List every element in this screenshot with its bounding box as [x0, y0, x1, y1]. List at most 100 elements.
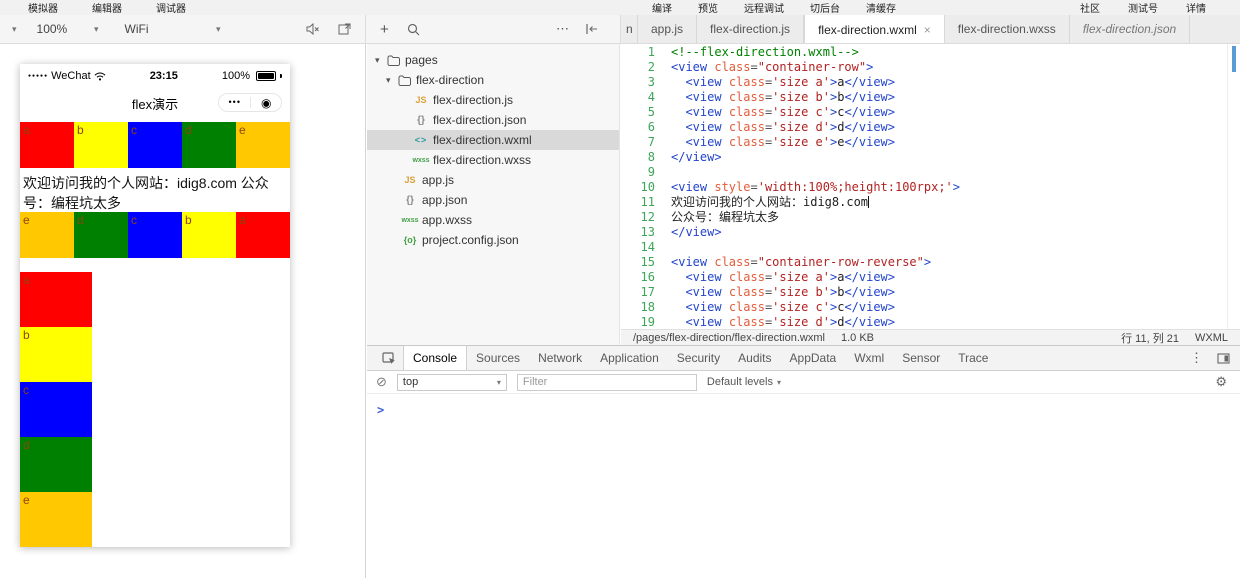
line-number: 3 [621, 75, 655, 90]
tree-item-flex-direction.json[interactable]: {}flex-direction.json [367, 110, 619, 130]
clear-console-icon[interactable]: ⊘ [376, 374, 387, 390]
code-line[interactable]: 12公众号：编程坑太多 [621, 210, 1227, 225]
tree-item-app.wxss[interactable]: wxssapp.wxss [367, 210, 619, 230]
language-mode[interactable]: WXML [1195, 332, 1228, 344]
code-line[interactable]: 18 <view class='size c'>c</view> [621, 300, 1227, 315]
file-icon-js: JS [398, 175, 422, 185]
code-line[interactable]: 2<view class="container-row"> [621, 60, 1227, 75]
editor-tab-flex-direction.js[interactable]: flex-direction.js [697, 15, 804, 43]
code-line[interactable]: 9 [621, 165, 1227, 180]
capsule-divider [250, 97, 251, 108]
search-icon[interactable] [407, 23, 420, 36]
menu-item[interactable]: 调试器 [156, 0, 186, 15]
menu-item[interactable]: 详情 [1186, 0, 1206, 15]
close-icon[interactable]: × [924, 23, 931, 37]
code-area[interactable]: 1<!--flex-direction.wxml-->2<view class=… [621, 45, 1227, 329]
file-icon-wxss: wxss [398, 217, 422, 224]
popout-window-icon[interactable] [338, 23, 351, 35]
code-line[interactable]: 14 [621, 240, 1227, 255]
collapse-panel-icon[interactable] [585, 23, 598, 35]
zoom-dropdown[interactable]: 100% ▾ [37, 22, 99, 36]
console-output[interactable]: > [367, 394, 1240, 419]
code-line[interactable]: 8</view> [621, 150, 1227, 165]
menu-item[interactable]: 测试号 [1128, 0, 1158, 15]
menu-item[interactable]: 切后台 [810, 0, 840, 15]
devtools-tab-sensor[interactable]: Sensor [893, 346, 949, 370]
line-content: <view class='size c'>c</view> [671, 105, 895, 120]
editor-tab-flex-direction.wxml[interactable]: flex-direction.wxml× [804, 15, 945, 43]
devtools-tab-console[interactable]: Console [403, 346, 467, 370]
new-file-icon[interactable]: + [380, 21, 389, 38]
devtools-tab-network[interactable]: Network [529, 346, 591, 370]
gear-icon[interactable]: ⚙ [1215, 374, 1231, 390]
tree-item-project.config.json[interactable]: {o}project.config.json [367, 230, 619, 250]
tree-item-label: app.wxss [422, 213, 472, 227]
file-icon-wxss: wxss [409, 157, 433, 164]
mute-icon[interactable] [306, 23, 320, 35]
tree-item-flex-direction.js[interactable]: JSflex-direction.js [367, 90, 619, 110]
code-line[interactable]: 10<view style='width:100%;height:100rpx;… [621, 180, 1227, 195]
home-circle-icon[interactable]: ◉ [261, 97, 271, 109]
dock-side-icon[interactable] [1217, 353, 1230, 364]
code-line[interactable]: 13</view> [621, 225, 1227, 240]
log-levels-dropdown[interactable]: Default levels ▾ [707, 376, 781, 388]
menu-item[interactable]: 编辑器 [92, 0, 122, 15]
menu-item[interactable]: 预览 [698, 0, 718, 15]
editor-status-bar: /pages/flex-direction/flex-direction.wxm… [621, 329, 1240, 345]
tree-item-flex-direction[interactable]: ▾flex-direction [367, 70, 619, 90]
code-line[interactable]: 19 <view class='size d'>d</view> [621, 315, 1227, 329]
simulator-toolbar: ▾ 100% ▾ WiFi ▾ [0, 15, 366, 43]
editor-tab-n[interactable]: n [621, 15, 638, 43]
tree-item-flex-direction.wxss[interactable]: wxssflex-direction.wxss [367, 150, 619, 170]
devtools-tab-application[interactable]: Application [591, 346, 668, 370]
devtools-tab-sources[interactable]: Sources [467, 346, 529, 370]
editor-tab-flex-direction.wxss[interactable]: flex-direction.wxss [945, 15, 1070, 43]
code-line[interactable]: 16 <view class='size a'>a</view> [621, 270, 1227, 285]
tab-label: flex-direction.js [710, 22, 790, 36]
code-line[interactable]: 6 <view class='size d'>d</view> [621, 120, 1227, 135]
cursor-position[interactable]: 行 11, 列 21 [1121, 330, 1179, 346]
editor-tab-flex-direction.json[interactable]: flex-direction.json [1070, 15, 1190, 43]
carrier-group: ●●●●● WeChat [28, 70, 106, 82]
code-line[interactable]: 1<!--flex-direction.wxml--> [621, 45, 1227, 60]
devtools-tab-wxml[interactable]: Wxml [845, 346, 893, 370]
more-actions-icon[interactable]: ⋯ [556, 21, 569, 37]
device-dropdown[interactable]: ▾ [12, 24, 17, 35]
inspect-element-icon[interactable] [375, 352, 403, 365]
line-number: 8 [621, 150, 655, 165]
tree-item-app.json[interactable]: {}app.json [367, 190, 619, 210]
code-line[interactable]: 17 <view class='size b'>b</view> [621, 285, 1227, 300]
editor-tab-app.js[interactable]: app.js [638, 15, 697, 43]
menu-item[interactable]: 模拟器 [28, 0, 58, 15]
code-line[interactable]: 3 <view class='size a'>a</view> [621, 75, 1227, 90]
devtools-tab-audits[interactable]: Audits [729, 346, 780, 370]
code-line[interactable]: 15<view class="container-row-reverse"> [621, 255, 1227, 270]
editor-scrollbar[interactable] [1227, 44, 1240, 329]
code-line[interactable]: 7 <view class='size e'>e</view> [621, 135, 1227, 150]
devtools-tab-trace[interactable]: Trace [949, 346, 997, 370]
chevron-down-icon[interactable]: ▾ [386, 75, 398, 86]
context-selector[interactable]: top ▾ [397, 374, 507, 391]
menu-item[interactable]: 远程调试 [744, 0, 784, 15]
line-number: 1 [621, 45, 655, 60]
tree-item-flex-direction.wxml[interactable]: <>flex-direction.wxml [367, 130, 619, 150]
chevron-down-icon[interactable]: ▾ [375, 55, 387, 66]
flex-box-b: b [74, 122, 128, 168]
code-line[interactable]: 5 <view class='size c'>c</view> [621, 105, 1227, 120]
menu-item[interactable]: 清缓存 [866, 0, 896, 15]
menu-dots-icon[interactable]: ••• [229, 98, 241, 107]
menu-item[interactable]: 编译 [652, 0, 672, 15]
network-dropdown[interactable]: WiFi ▾ [125, 22, 221, 36]
devtools-tab-appdata[interactable]: AppData [781, 346, 846, 370]
line-content: <view class='size b'>b</view> [671, 90, 895, 105]
line-content: </view> [671, 225, 722, 240]
devtools-tab-security[interactable]: Security [668, 346, 729, 370]
tree-item-app.js[interactable]: JSapp.js [367, 170, 619, 190]
filter-input[interactable] [517, 374, 697, 391]
menu-item[interactable]: 社区 [1080, 0, 1100, 15]
code-line[interactable]: 4 <view class='size b'>b</view> [621, 90, 1227, 105]
tree-item-pages[interactable]: ▾pages [367, 50, 619, 70]
kebab-menu-icon[interactable]: ⋮ [1190, 350, 1203, 366]
wechat-devtools-window: 模拟器 编辑器 调试器 编译 预览 远程调试 切后台 清缓存 社区 测试号 详情 ▾ 100% … [0, 0, 1240, 578]
code-line[interactable]: 11欢迎访问我的个人网站：idig8.com [621, 195, 1227, 210]
